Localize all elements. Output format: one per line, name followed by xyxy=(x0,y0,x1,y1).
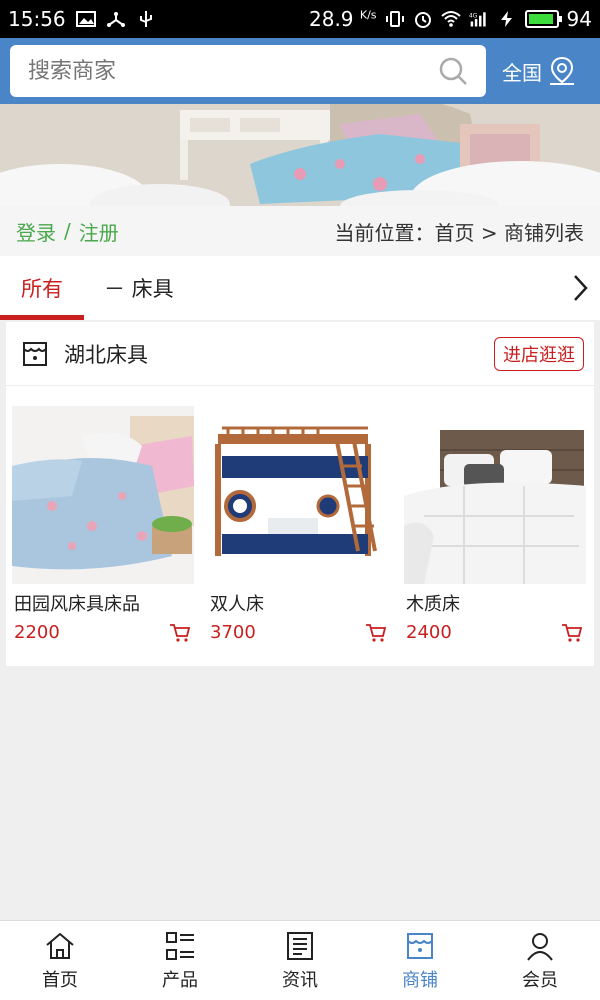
nav-member[interactable]: 会员 xyxy=(480,921,600,1000)
tab-all[interactable]: 所有 xyxy=(0,256,84,320)
tab-bedding[interactable]: － 床具 xyxy=(104,256,174,320)
product-price: 2200 xyxy=(14,622,60,643)
nav-member-label: 会员 xyxy=(522,969,558,991)
product-image[interactable] xyxy=(404,406,586,584)
battery-level: 94 xyxy=(566,7,592,31)
vibrate-icon xyxy=(385,11,404,27)
nav-products[interactable]: 产品 xyxy=(120,921,240,1000)
user-icon xyxy=(527,932,553,961)
login-row: 登录 / 注册 当前位置：首页 > 商铺列表 xyxy=(0,206,600,256)
breadcrumb: 当前位置：首页 > 商铺列表 xyxy=(334,220,584,245)
bottom-nav: 首页 产品 资讯 商铺 会员 xyxy=(0,920,600,1000)
nav-home-label: 首页 xyxy=(42,969,78,991)
bunk-bed-photo xyxy=(208,406,390,584)
status-time: 15:56 xyxy=(8,7,66,31)
tabs-scroll-right[interactable] xyxy=(560,256,600,320)
battery-icon xyxy=(524,10,562,28)
nav-shops[interactable]: 商铺 xyxy=(360,921,480,1000)
alarm-icon xyxy=(414,12,431,28)
product-list: 田园风床具床品 2200 双人床 3700 木质床 2400 xyxy=(6,406,594,643)
header: 全国 xyxy=(0,38,600,104)
search-input[interactable] xyxy=(28,58,438,84)
cart-icon[interactable] xyxy=(561,623,583,643)
product-name[interactable]: 双人床 xyxy=(210,590,395,616)
region-label: 全国 xyxy=(502,60,542,85)
network-type-label: 4G xyxy=(469,13,478,19)
shop-icon xyxy=(407,932,433,959)
usb-icon xyxy=(139,11,152,27)
register-link[interactable]: 注册 xyxy=(79,217,119,246)
nav-news-label: 资讯 xyxy=(282,969,318,991)
search-icon[interactable] xyxy=(438,56,468,86)
nav-shops-label: 商铺 xyxy=(402,969,438,991)
login-link[interactable]: 登录 xyxy=(16,217,56,246)
nav-products-label: 产品 xyxy=(162,969,198,991)
cart-icon[interactable] xyxy=(169,623,191,643)
shop-card: 湖北床具 进店逛逛 田园风床具床品 2200 双人床 3700 木质床 2400 xyxy=(6,322,594,666)
home-icon xyxy=(46,932,74,959)
category-tabs: 所有 － 床具 xyxy=(0,256,600,320)
product-item[interactable]: 双人床 3700 xyxy=(202,406,395,643)
product-price: 3700 xyxy=(210,622,256,643)
signal-icon: 4G xyxy=(469,12,486,27)
news-icon xyxy=(287,931,313,960)
region-selector[interactable]: 全国 xyxy=(502,56,576,86)
nav-home[interactable]: 首页 xyxy=(0,921,120,1000)
bedroom-banner-image xyxy=(0,104,600,206)
promo-banner[interactable] xyxy=(0,104,600,206)
status-bar: 15:56 28.9 K/s 4G 94 xyxy=(0,0,600,38)
charging-icon xyxy=(500,11,512,27)
product-item[interactable]: 木质床 2400 xyxy=(398,406,591,643)
shop-header: 湖北床具 进店逛逛 xyxy=(6,322,594,386)
store-icon xyxy=(23,341,47,366)
image-icon xyxy=(75,11,96,27)
share-icon xyxy=(106,12,125,27)
enter-shop-button[interactable]: 进店逛逛 xyxy=(494,336,584,371)
location-icon xyxy=(550,56,574,85)
nav-news[interactable]: 资讯 xyxy=(240,921,360,1000)
product-name[interactable]: 田园风床具床品 xyxy=(14,590,199,616)
product-price: 2400 xyxy=(406,622,452,643)
network-speed: 28.9 K/s xyxy=(309,7,377,31)
product-item[interactable]: 田园风床具床品 2200 xyxy=(6,406,199,643)
cart-icon[interactable] xyxy=(365,623,387,643)
floral-bedding-photo xyxy=(12,406,194,584)
chevron-right-icon xyxy=(574,275,588,301)
product-image[interactable] xyxy=(208,406,390,584)
list-icon xyxy=(166,931,194,960)
shop-name[interactable]: 湖北床具 xyxy=(64,339,148,369)
product-name[interactable]: 木质床 xyxy=(406,590,591,616)
search-box[interactable] xyxy=(10,45,486,97)
wifi-icon xyxy=(440,11,461,27)
product-image[interactable] xyxy=(12,406,194,584)
login-separator: / xyxy=(64,219,71,243)
white-duvet-photo xyxy=(404,406,586,584)
